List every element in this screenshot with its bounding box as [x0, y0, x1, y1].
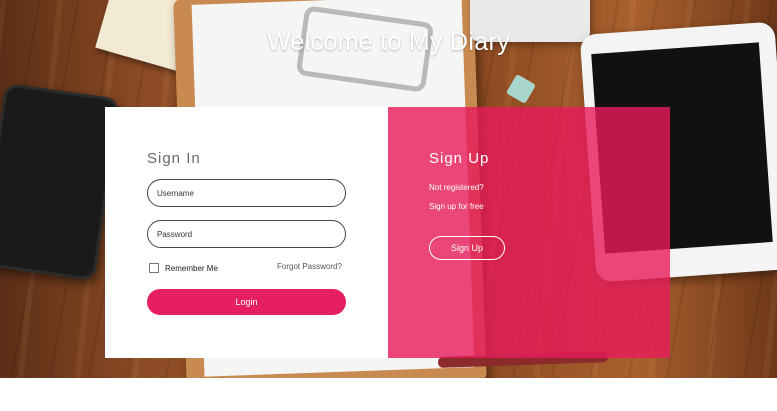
signin-panel: Sign In Remember Me Forgot Password? Log… [105, 107, 388, 358]
signup-panel: Sign Up Not registered? Sign up for free… [388, 107, 670, 358]
login-button[interactable]: Login [147, 289, 346, 315]
page-title: Welcome to My Diary [267, 28, 510, 56]
remember-me-label[interactable]: Remember Me [165, 264, 218, 273]
not-registered-text: Not registered? [429, 183, 484, 192]
phone-decoration [0, 82, 121, 282]
signup-button[interactable]: Sign Up [429, 236, 505, 260]
remember-me-checkbox[interactable] [149, 263, 159, 273]
binder-clip-decoration [505, 73, 537, 105]
signup-heading: Sign Up [429, 150, 490, 167]
signin-heading: Sign In [147, 150, 201, 167]
forgot-password-link[interactable]: Forgot Password? [277, 262, 342, 271]
password-input[interactable] [147, 220, 346, 248]
username-input[interactable] [147, 179, 346, 207]
remember-me-row: Remember Me [149, 263, 218, 273]
signup-free-text: Sign up for free [429, 202, 484, 211]
